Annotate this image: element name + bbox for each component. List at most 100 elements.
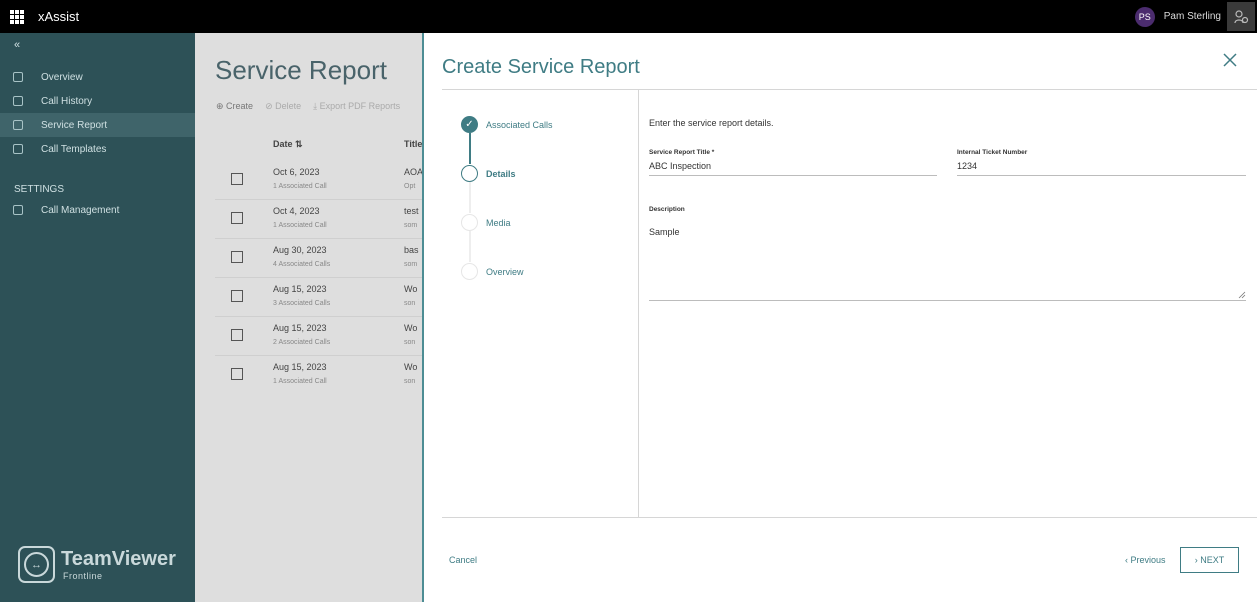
page-title: Service Report (215, 55, 387, 85)
row-checkbox[interactable] (231, 212, 243, 224)
cancel-button[interactable]: Cancel (449, 555, 477, 565)
close-icon[interactable] (1223, 53, 1237, 67)
clipboard-icon (13, 120, 23, 130)
service-report-title-input[interactable]: ABC Inspection (649, 161, 937, 176)
step-label: Overview (486, 266, 524, 277)
user-menu[interactable]: PS Pam Sterling (1134, 0, 1221, 33)
table-row[interactable]: Aug 30, 2023 4 Associated Calls bas som (215, 239, 422, 278)
support-icon[interactable] (1227, 2, 1255, 31)
chevron-left-icon: ‹ (1125, 555, 1128, 565)
sidebar-item-label: Call History (41, 95, 93, 107)
create-service-report-panel: Create Service Report ✓ Associated Calls… (422, 33, 1257, 602)
table-row[interactable]: Aug 15, 2023 2 Associated Calls Wo son (215, 317, 422, 356)
row-checkbox[interactable] (231, 173, 243, 185)
phone-icon (13, 96, 23, 106)
row-checkbox[interactable] (231, 290, 243, 302)
toolbar: ⊕ Create ⊘ Delete ⤓ Export PDF Reports (216, 101, 400, 112)
row-date: Aug 15, 2023 (273, 284, 327, 294)
sidebar-item-label: Call Management (41, 204, 120, 216)
ticket-number-input[interactable]: 1234 (957, 161, 1246, 176)
sidebar-item-label: Overview (41, 71, 83, 83)
table-row[interactable]: Aug 15, 2023 1 Associated Call Wo son (215, 356, 422, 395)
previous-label: Previous (1130, 555, 1166, 565)
step-pending-icon (461, 214, 478, 231)
apps-grid-icon[interactable] (10, 9, 24, 24)
step-details[interactable]: Details (461, 165, 516, 182)
step-media[interactable]: Media (461, 214, 511, 231)
row-subtitle: Opt (404, 183, 416, 190)
template-icon (13, 144, 23, 154)
step-label: Details (486, 168, 516, 179)
teamviewer-logo: ↔ TeamViewer Frontline (18, 546, 176, 583)
row-subtitle: son (404, 339, 416, 346)
resize-handle-icon[interactable] (1238, 291, 1246, 299)
next-button[interactable]: › NEXT (1180, 547, 1239, 573)
description-label: Description (649, 206, 685, 213)
step-connector (469, 182, 471, 213)
row-calls: 1 Associated Call (273, 378, 327, 385)
delete-button[interactable]: ⊘ Delete (265, 101, 301, 112)
row-title: AOA (404, 167, 424, 177)
row-checkbox[interactable] (231, 368, 243, 380)
column-header-title[interactable]: Title (404, 139, 422, 149)
collapse-sidebar-icon[interactable]: « (14, 39, 20, 51)
row-date: Oct 6, 2023 (273, 167, 320, 177)
row-date: Aug 15, 2023 (273, 362, 327, 372)
form-intro: Enter the service report details. (649, 118, 774, 128)
stepper: ✓ Associated Calls Details Media Overvie… (442, 89, 639, 518)
row-calls: 1 Associated Call (273, 183, 327, 190)
row-title: Wo (404, 362, 418, 372)
details-form: Enter the service report details. Servic… (639, 89, 1257, 518)
sidebar-item-label: Service Report (41, 119, 108, 131)
step-overview[interactable]: Overview (461, 263, 524, 280)
background-page: Service Report ⊕ Create ⊘ Delete ⤓ Expor… (195, 33, 424, 602)
step-label: Media (486, 217, 511, 228)
row-checkbox[interactable] (231, 329, 243, 341)
step-label: Associated Calls (486, 119, 553, 130)
row-title: bas (404, 245, 419, 255)
step-associated-calls[interactable]: ✓ Associated Calls (461, 116, 553, 133)
row-calls: 3 Associated Calls (273, 300, 331, 307)
sidebar-item-overview[interactable]: Overview (0, 65, 195, 89)
export-button[interactable]: ⤓ Export PDF Reports (313, 101, 400, 112)
checkmark-icon: ✓ (461, 116, 478, 133)
next-label: NEXT (1200, 555, 1225, 565)
row-calls: 4 Associated Calls (273, 261, 331, 268)
row-subtitle: som (404, 222, 418, 229)
sidebar: « Overview Call History Service Report C… (0, 33, 195, 602)
create-button[interactable]: ⊕ Create (216, 101, 253, 112)
column-header-date[interactable]: Date ⇅ (273, 139, 303, 150)
app-name: xAssist (38, 9, 80, 24)
table-row[interactable]: Oct 4, 2023 1 Associated Call test som (215, 200, 422, 239)
sidebar-item-call-templates[interactable]: Call Templates (0, 137, 195, 161)
row-calls: 2 Associated Calls (273, 339, 331, 346)
sidebar-item-call-management[interactable]: Call Management (0, 198, 195, 222)
table-row[interactable]: Oct 6, 2023 1 Associated Call AOA Opt (215, 161, 424, 200)
step-pending-icon (461, 263, 478, 280)
step-connector (469, 133, 471, 164)
network-icon (13, 205, 23, 215)
row-subtitle: son (404, 300, 416, 307)
logo-word: TeamViewer (61, 548, 176, 570)
step-connector (469, 231, 471, 262)
table-row[interactable]: Aug 15, 2023 3 Associated Calls Wo son (215, 278, 422, 317)
settings-heading: SETTINGS (14, 184, 65, 195)
user-name[interactable]: Pam Sterling (1164, 11, 1221, 22)
row-subtitle: som (404, 261, 418, 268)
description-textarea[interactable]: Sample (649, 227, 1246, 301)
row-date: Oct 4, 2023 (273, 206, 320, 216)
description-value: Sample (649, 227, 680, 237)
row-date: Aug 30, 2023 (273, 245, 327, 255)
sidebar-item-service-report[interactable]: Service Report (0, 113, 195, 137)
step-current-icon (461, 165, 478, 182)
row-date: Aug 15, 2023 (273, 323, 327, 333)
row-title: test (404, 206, 419, 216)
previous-button[interactable]: ‹ Previous (1125, 555, 1166, 565)
logo-sub: Frontline (63, 571, 103, 581)
sidebar-item-call-history[interactable]: Call History (0, 89, 195, 113)
title-label: Service Report Title * (649, 149, 715, 156)
row-title: Wo (404, 284, 418, 294)
avatar[interactable]: PS (1134, 6, 1155, 27)
row-checkbox[interactable] (231, 251, 243, 263)
modal-title: Create Service Report (442, 56, 640, 78)
